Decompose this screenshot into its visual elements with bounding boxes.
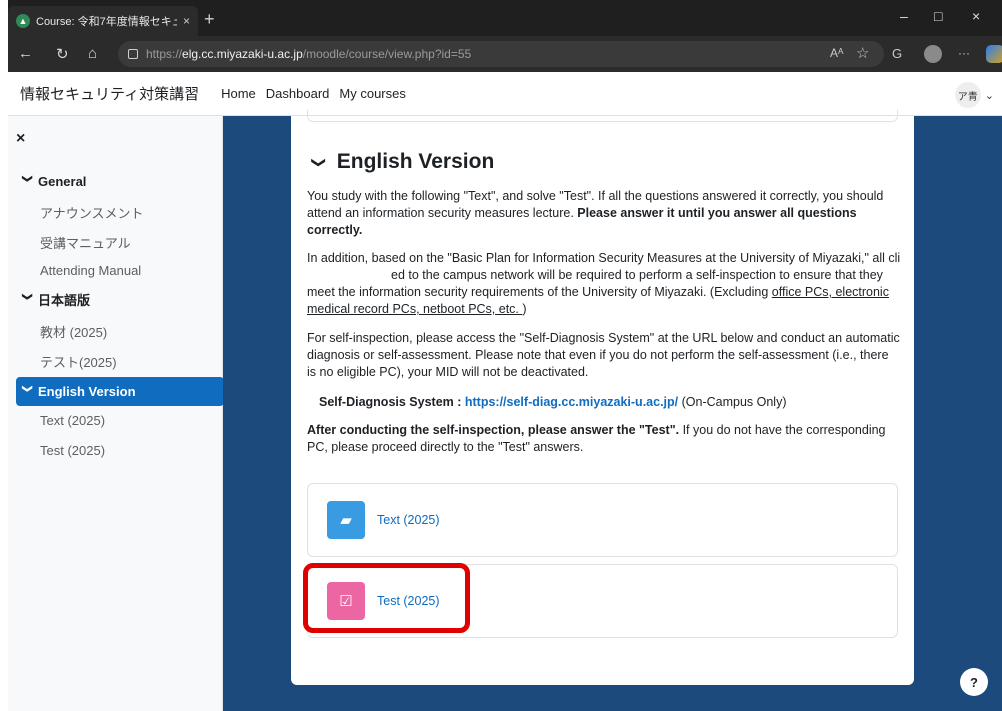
browser-tab-bar: ▲ Course: 令和7年度情報セキュリティ対 × + – □ × — [0, 0, 1002, 36]
chevron-down-icon: ❯ — [21, 384, 33, 393]
profile-icon[interactable] — [924, 45, 942, 63]
window-margin — [0, 0, 8, 711]
course-section-card: ❯ English Version You study with the fol… — [291, 110, 914, 685]
nav-link-my-courses[interactable]: My courses — [339, 86, 405, 101]
section-label: English Version — [38, 384, 136, 399]
redaction-mask — [307, 267, 391, 284]
nav-link-dashboard[interactable]: Dashboard — [266, 86, 330, 101]
maximize-icon[interactable]: □ — [934, 8, 942, 24]
site-name[interactable]: 情報セキュリティ対策講習 — [20, 83, 199, 104]
section-label: 日本語版 — [38, 292, 91, 308]
section-label: General — [38, 173, 87, 189]
minimize-icon[interactable]: – — [900, 8, 908, 24]
self-diagnosis-paragraph: For self-inspection, please access the "… — [307, 331, 900, 379]
activity-link[interactable]: Text (2025) — [377, 513, 440, 527]
inspection-text-1: In addition, based on the "Basic Plan fo… — [307, 251, 901, 265]
after-inspection-paragraph: After conducting the self-inspection, pl… — [307, 422, 901, 456]
more-icon[interactable]: ··· — [958, 46, 970, 60]
index-section-japanese[interactable]: ❯ 日本語版 — [16, 286, 224, 312]
lock-icon — [128, 49, 138, 59]
index-item-announcements[interactable]: アナウンスメント — [40, 203, 143, 222]
on-campus-note: (On-Campus Only) — [678, 395, 787, 409]
inspection-text-3: ) — [522, 302, 527, 316]
self-diagnosis-link-line: Self-Diagnosis System : https://self-dia… — [307, 394, 901, 411]
nav-link-home[interactable]: Home — [221, 86, 256, 101]
read-aloud-icon[interactable]: Aᴬ — [830, 46, 843, 60]
chevron-down-icon: ❯ — [21, 174, 33, 183]
close-drawer-icon[interactable]: × — [16, 130, 25, 148]
help-button[interactable]: ? — [960, 668, 988, 696]
page-icon: ▰ — [327, 501, 365, 539]
quiz-icon: ☑ — [327, 582, 365, 620]
after-inspection-emphasis: After conducting the self-inspection, pl… — [307, 423, 680, 437]
page-title: English Version — [336, 150, 495, 173]
self-diagnosis-link[interactable]: https://self-diag.cc.miyazaki-u.ac.jp/ — [465, 395, 678, 409]
close-window-icon[interactable]: × — [972, 8, 980, 24]
self-inspection-paragraph: In addition, based on the "Basic Plan fo… — [307, 250, 901, 318]
index-item-attending-manual[interactable]: Attending Manual — [40, 263, 141, 278]
index-item-test-en[interactable]: Test (2025) — [40, 443, 105, 458]
tab-close-icon[interactable]: × — [183, 14, 190, 28]
index-item-text-en[interactable]: Text (2025) — [40, 413, 105, 428]
index-item-manual-jp[interactable]: 受講マニュアル — [40, 233, 131, 252]
extensions-icon[interactable]: G — [892, 46, 902, 61]
index-section-english[interactable]: ❯ English Version — [16, 377, 224, 406]
home-icon[interactable]: ⌂ — [88, 45, 97, 62]
favorite-icon[interactable]: ☆ — [856, 44, 869, 62]
back-icon[interactable]: ← — [18, 45, 33, 62]
new-tab-button[interactable]: + — [204, 10, 215, 28]
url-text: https://elg.cc.miyazaki-u.ac.jp/moodle/c… — [146, 47, 472, 61]
section-header[interactable]: ❯ English Version — [311, 150, 495, 174]
copilot-icon[interactable] — [986, 45, 1002, 63]
chevron-down-icon: ❯ — [21, 292, 33, 301]
previous-section-edge — [307, 110, 898, 122]
index-item-test-jp[interactable]: テスト(2025) — [40, 352, 117, 371]
url-field[interactable]: https://elg.cc.miyazaki-u.ac.jp/moodle/c… — [118, 41, 884, 67]
chevron-down-icon: ❯ — [311, 156, 328, 168]
course-index-drawer: × ❯ General アナウンスメント 受講マニュアル Attending M… — [8, 116, 224, 711]
avatar: ア青 — [954, 82, 981, 108]
activity-test-2025[interactable]: ☑ Test (2025) — [307, 564, 898, 638]
activity-text-2025[interactable]: ▰ Text (2025) — [307, 483, 898, 557]
tab-title: Course: 令和7年度情報セキュリティ対 — [36, 16, 177, 28]
user-menu[interactable]: ア青 ⌄ — [954, 82, 994, 108]
index-section-general[interactable]: ❯ General — [16, 168, 224, 194]
refresh-icon[interactable]: ↻ — [56, 45, 69, 63]
site-favicon-icon: ▲ — [16, 14, 30, 28]
browser-tab[interactable]: ▲ Course: 令和7年度情報セキュリティ対 × — [8, 6, 198, 36]
activity-link[interactable]: Test (2025) — [377, 594, 440, 608]
index-item-materials-jp[interactable]: 教材 (2025) — [40, 322, 107, 341]
chevron-down-icon: ⌄ — [984, 89, 994, 102]
address-bar: ← ↻ ⌂ https://elg.cc.miyazaki-u.ac.jp/mo… — [8, 36, 1002, 72]
self-diagnosis-label: Self-Diagnosis System : — [319, 395, 465, 409]
intro-paragraph: You study with the following "Text", and… — [307, 188, 901, 239]
